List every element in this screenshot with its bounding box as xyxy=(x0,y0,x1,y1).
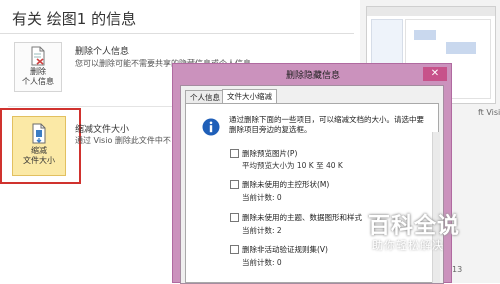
highlight-annotation xyxy=(0,108,81,184)
checkbox-box[interactable] xyxy=(230,213,239,222)
remove-unused-themes-checkbox[interactable]: 删除未使用的主题、数据图形和样式 xyxy=(230,212,362,223)
option-label: 删除未使用的主题、数据图形和样式 xyxy=(242,213,362,222)
tab-personal-info[interactable]: 个人信息 xyxy=(185,90,225,104)
option-label: 删除非活动验证规则集(V) xyxy=(242,245,328,254)
option-detail: 当前计数: 2 xyxy=(242,226,282,235)
option-label: 删除未使用的主控形状(M) xyxy=(242,180,330,189)
option-detail: 当前计数: 0 xyxy=(242,258,282,267)
tab-file-size-reduction[interactable]: 文件大小缩减 xyxy=(222,89,277,104)
option-detail: 当前计数: 0 xyxy=(242,193,282,202)
dialog-body: 个人信息 文件大小缩减 通过删除下面的一些项目，可以缩减文档的大小。请选中要删除… xyxy=(180,85,444,284)
watermark-text: 百科全说 xyxy=(368,214,461,239)
page-title: 有关 绘图1 的信息 xyxy=(12,10,137,28)
file-size-reduction-panel: 通过删除下面的一些项目，可以缩减文档的大小。请选中要删除项目旁边的复选框。 删除… xyxy=(185,103,440,283)
option-label: 删除预览图片(P) xyxy=(242,149,298,158)
remove-preview-checkbox[interactable]: 删除预览图片(P) xyxy=(230,148,297,159)
info-icon xyxy=(202,118,220,136)
reduce-file-size-description: 通过 Visio 删除此文件中不 xyxy=(75,136,171,145)
option-detail: 平均预览大小为 10 K 至 40 K xyxy=(242,161,343,170)
side-number: 13 xyxy=(452,265,463,274)
checkbox-box[interactable] xyxy=(230,180,239,189)
close-icon[interactable]: ✕ xyxy=(423,67,447,81)
watermark-subtext: 助你轻松解决 xyxy=(372,239,444,252)
checkbox-box[interactable] xyxy=(230,245,239,254)
reduce-file-size-heading: 缩减文件大小 xyxy=(75,125,130,135)
remove-unused-masters-checkbox[interactable]: 删除未使用的主控形状(M) xyxy=(230,179,329,190)
remove-personal-info-button[interactable]: 删除 个人信息 xyxy=(14,42,62,92)
title-divider xyxy=(0,33,354,34)
document-icon xyxy=(31,46,45,66)
dialog-intro-text: 通过删除下面的一些项目，可以缩减文档的大小。请选中要删除项目旁边的复选框。 xyxy=(229,115,424,134)
dialog-title: 删除隐藏信息 xyxy=(285,71,340,81)
checkbox-box[interactable] xyxy=(230,149,239,158)
remove-validation-rules-checkbox[interactable]: 删除非活动验证规则集(V) xyxy=(230,244,328,255)
button-label-line1: 删除 xyxy=(30,67,46,76)
personal-info-heading: 删除个人信息 xyxy=(75,47,130,57)
button-label-line2: 个人信息 xyxy=(22,77,54,86)
document-type-label: ft Visio 绘图 xyxy=(478,108,500,117)
